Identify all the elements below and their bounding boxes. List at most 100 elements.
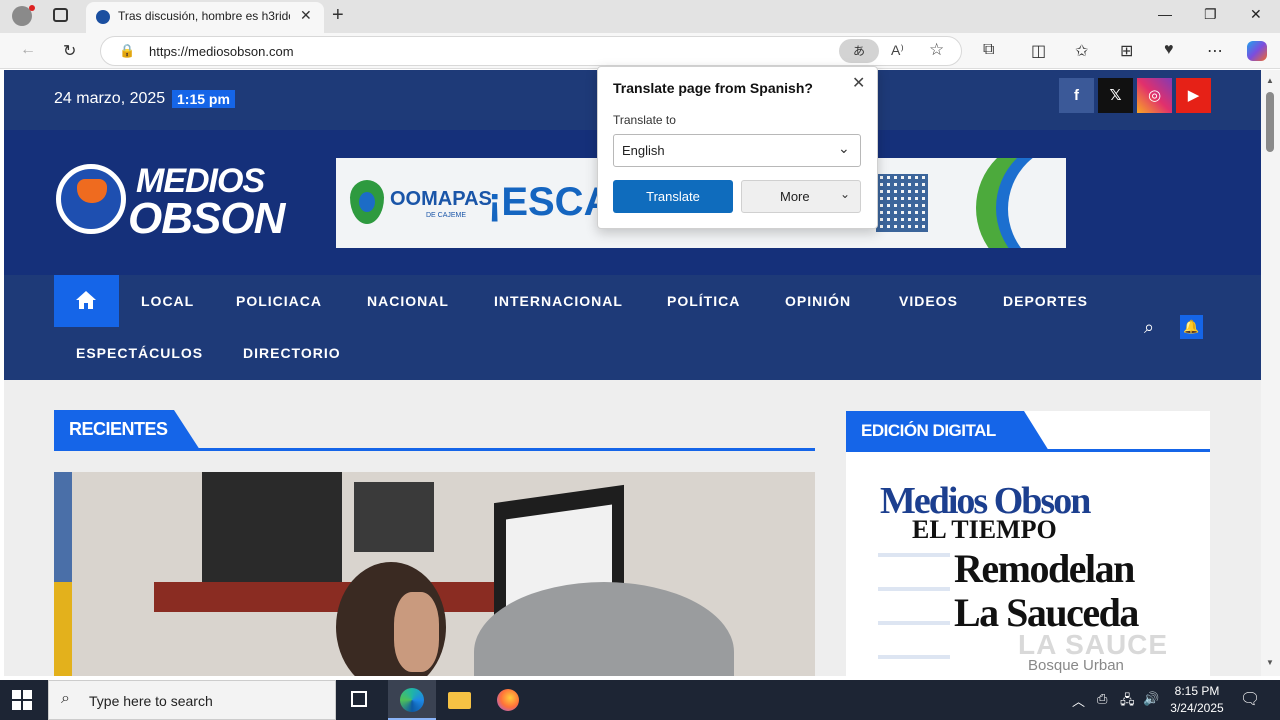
tab-actions-icon[interactable] <box>53 8 68 22</box>
selected-language: English <box>622 143 665 158</box>
taskbar-search-placeholder: Type here to search <box>89 693 213 709</box>
translate-icon[interactable]: あ <box>839 39 879 63</box>
main-navigation: LOCAL POLICIACA NACIONAL INTERNACIONAL P… <box>4 275 1261 380</box>
translate-popup: Translate page from Spanish? ✕ Translate… <box>597 66 878 229</box>
language-select[interactable]: English ⌄ <box>613 134 861 167</box>
edge-taskbar-icon[interactable] <box>388 680 436 720</box>
chevron-down-icon: ⌄ <box>838 140 850 156</box>
active-tab[interactable]: Tras discusión, hombre es h3rido ✕ <box>86 2 324 33</box>
firefox-icon[interactable] <box>484 680 532 720</box>
browser-tab-bar: Tras discusión, hombre es h3rido ✕ + — ❐… <box>0 0 1280 33</box>
banner-brand-sub: DE CAJEME <box>426 212 467 219</box>
more-button-label: More <box>780 189 810 204</box>
scrollbar-thumb[interactable] <box>1266 92 1274 152</box>
restore-icon[interactable]: ❐ <box>1204 6 1217 23</box>
nav-item-internacional[interactable]: INTERNACIONAL <box>494 293 623 309</box>
translate-button[interactable]: Translate <box>613 180 733 213</box>
lock-icon[interactable]: 🔒 <box>119 43 135 59</box>
read-aloud-icon[interactable]: A⁾ <box>891 42 904 59</box>
banner-headline: ¡ESCA <box>488 180 613 224</box>
folder-icon <box>448 692 471 709</box>
edicion-title: EDICIÓN DIGITAL <box>861 421 996 440</box>
back-icon[interactable]: ← <box>20 41 36 59</box>
home-icon <box>76 291 96 309</box>
owl-logo-icon <box>56 164 126 234</box>
nav-item-deportes[interactable]: DEPORTES <box>1003 293 1088 309</box>
window-close-icon[interactable]: ✕ <box>1250 6 1262 23</box>
logo-text-obson: OBSON <box>128 194 285 243</box>
page-scrollbar[interactable]: ▲ ▼ <box>1261 70 1280 676</box>
refresh-icon[interactable]: ↻ <box>63 41 76 61</box>
bell-icon[interactable]: 🔔 <box>1180 315 1203 339</box>
photo-monitor <box>202 472 342 582</box>
site-favicon-icon <box>96 10 110 24</box>
site-logo[interactable]: MEDIOS OBSON <box>54 156 285 246</box>
facebook-icon[interactable]: f <box>1059 78 1094 113</box>
tray-device-icon[interactable]: ⎙ <box>1097 691 1107 707</box>
split-screen-icon[interactable]: ◫ <box>1031 41 1046 61</box>
header-date: 24 marzo, 2025 <box>54 90 166 107</box>
copilot-icon[interactable] <box>1247 41 1267 61</box>
cover-section: EL TIEMPO <box>912 515 1057 544</box>
nav-item-videos[interactable]: VIDEOS <box>899 293 958 309</box>
header-time: 1:15 pm <box>172 90 235 108</box>
scroll-down-icon[interactable]: ▼ <box>1266 658 1274 667</box>
notification-dot <box>29 5 35 11</box>
clock-time: 8:15 PM <box>1174 684 1220 698</box>
extensions-icon[interactable]: ⧉ <box>983 41 994 59</box>
tray-chevron-icon[interactable]: ︿ <box>1072 691 1085 710</box>
windows-taskbar: ⌕ Type here to search ︿ ⎙ 🖧 🔊 8:15 PM 3/… <box>0 680 1280 720</box>
nav-home-button[interactable] <box>54 275 119 327</box>
address-bar[interactable]: 🔒 https://mediosobson.com あ A⁾ ☆ <box>100 36 962 66</box>
more-chevron-icon: ⌄ <box>840 187 851 201</box>
banner-brand: OOMAPAS <box>390 188 492 210</box>
tab-title: Tras discusión, hombre es h3rido <box>118 9 290 23</box>
search-icon[interactable]: ⌕ <box>1144 317 1154 338</box>
favorites-icon[interactable]: ✩ <box>1075 41 1088 61</box>
photo-monitor-2 <box>354 482 434 552</box>
volume-icon[interactable]: 🔊 <box>1143 691 1159 707</box>
file-explorer-icon[interactable] <box>436 680 484 720</box>
recientes-title: RECIENTES <box>69 419 168 439</box>
recientes-heading: RECIENTES <box>54 410 200 450</box>
clock-date: 3/24/2025 <box>1170 701 1224 715</box>
taskbar-search-icon: ⌕ <box>61 690 70 707</box>
taskbar-clock[interactable]: 8:15 PM 3/24/2025 <box>1165 683 1229 717</box>
edicion-digital-widget: EDICIÓN DIGITAL Medios Obson EL TIEMPO R… <box>846 411 1210 676</box>
network-icon[interactable]: 🖧 <box>1120 691 1135 713</box>
new-tab-icon[interactable]: + <box>332 4 344 27</box>
collections-icon[interactable]: ⊞ <box>1120 41 1133 61</box>
taskbar-search-box[interactable]: ⌕ Type here to search <box>48 680 336 720</box>
popup-close-icon[interactable]: ✕ <box>852 73 865 93</box>
x-icon[interactable]: 𝕏 <box>1098 78 1133 113</box>
task-view-icon[interactable] <box>336 680 384 720</box>
cover-headline-1: Remodelan <box>954 546 1135 591</box>
recientes-underline <box>54 448 815 451</box>
featured-article-image[interactable] <box>54 472 815 676</box>
nav-item-politica[interactable]: POLÍTICA <box>667 293 740 309</box>
instagram-icon[interactable]: ◎ <box>1137 78 1172 113</box>
cover-subtext: Bosque Urban <box>1028 657 1124 674</box>
digital-edition-cover[interactable]: Medios Obson EL TIEMPO Remodelan La Sauc… <box>878 479 1178 676</box>
more-button[interactable]: More ⌄ <box>741 180 861 213</box>
nav-item-espectaculos[interactable]: ESPECTÁCULOS <box>76 345 203 361</box>
youtube-icon[interactable]: ▶ <box>1176 78 1211 113</box>
water-drop-icon <box>350 180 384 224</box>
address-toolbar: ← ↻ 🔒 https://mediosobson.com あ A⁾ ☆ ⧉ ◫… <box>0 33 1280 69</box>
notifications-icon[interactable]: 🗨 <box>1240 689 1260 709</box>
firefox-glyph <box>497 689 519 711</box>
scroll-up-icon[interactable]: ▲ <box>1266 76 1274 85</box>
nav-item-policiaca[interactable]: POLICIACA <box>236 293 322 309</box>
nav-item-nacional[interactable]: NACIONAL <box>367 293 449 309</box>
nav-item-opinion[interactable]: OPINIÓN <box>785 293 851 309</box>
windows-start-icon[interactable] <box>12 690 32 710</box>
favorite-star-icon[interactable]: ☆ <box>929 40 944 60</box>
nav-item-directorio[interactable]: DIRECTORIO <box>243 345 341 361</box>
performance-icon[interactable]: ♥ <box>1164 41 1174 59</box>
photo-person-face <box>394 592 439 672</box>
minimize-icon[interactable]: — <box>1158 6 1172 22</box>
tab-close-icon[interactable]: ✕ <box>300 7 312 24</box>
nav-item-local[interactable]: LOCAL <box>141 293 194 309</box>
edicion-heading: EDICIÓN DIGITAL <box>846 411 1049 451</box>
more-menu-icon[interactable]: ⋯ <box>1207 41 1223 61</box>
